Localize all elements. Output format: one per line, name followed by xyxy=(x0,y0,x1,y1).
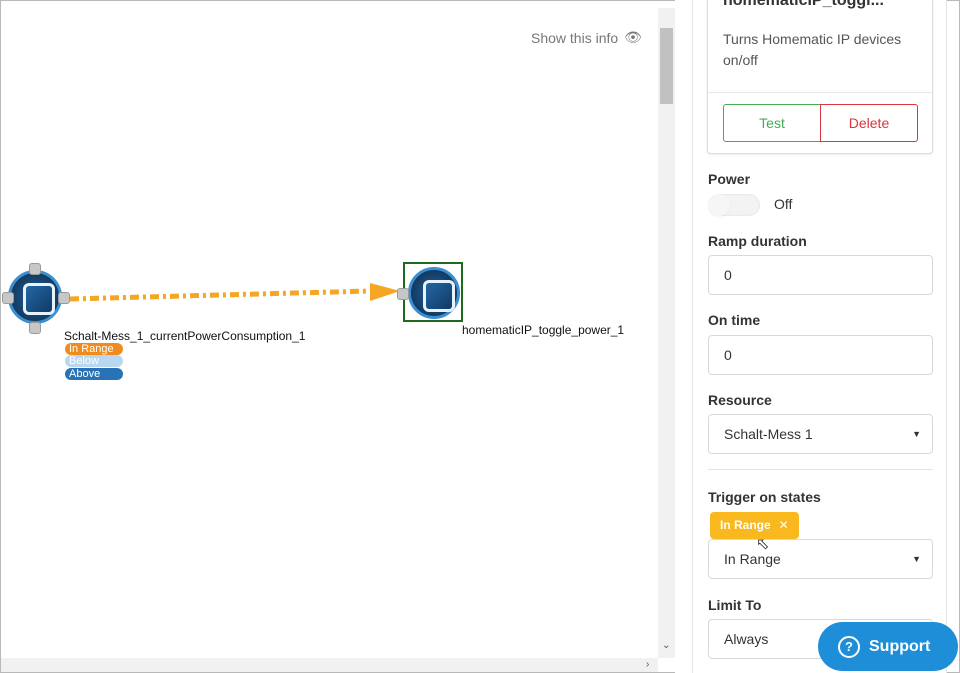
power-label: Power xyxy=(708,171,751,187)
scroll-right-icon[interactable]: › xyxy=(646,659,649,670)
on-time-label: On time xyxy=(708,312,761,328)
card-description: Turns Homematic IP devices on/off xyxy=(723,31,902,68)
toggle-knob xyxy=(708,194,730,216)
port-left[interactable] xyxy=(397,288,409,300)
ramp-duration-input[interactable]: 0 xyxy=(708,255,933,295)
chevron-down-icon: ▼ xyxy=(912,554,921,564)
ramp-duration-label: Ramp duration xyxy=(708,233,807,249)
panel-border xyxy=(946,0,947,673)
eye-icon: 👁 xyxy=(624,29,642,45)
port-top[interactable] xyxy=(29,263,41,275)
support-label: Support xyxy=(869,637,931,655)
test-button[interactable]: Test xyxy=(723,104,821,142)
state-pill-above[interactable]: Above xyxy=(65,368,123,380)
trigger-states-label: Trigger on states xyxy=(708,489,821,505)
support-button[interactable]: ? Support xyxy=(818,622,958,671)
mouse-cursor-icon: ⬁ xyxy=(756,536,770,553)
panel-gutter xyxy=(675,0,692,673)
device-icon xyxy=(408,267,460,319)
state-pill-below[interactable]: Below xyxy=(65,355,123,367)
selected-state-tag[interactable]: In Range ✕ xyxy=(710,512,799,539)
section-divider xyxy=(708,469,933,470)
chevron-down-icon: ▼ xyxy=(912,429,921,439)
limit-to-label: Limit To xyxy=(708,597,762,613)
scrollbar-thumb[interactable] xyxy=(660,28,673,104)
flow-edge[interactable] xyxy=(70,283,405,307)
source-node-label: Schalt-Mess_1_currentPowerConsumption_1 xyxy=(64,329,306,343)
trigger-states-value: In Range xyxy=(724,551,781,567)
resource-label: Resource xyxy=(708,392,772,408)
edge-arrowhead xyxy=(370,283,400,301)
help-icon: ? xyxy=(838,635,860,658)
resource-select[interactable]: Schalt-Mess 1 ▼ xyxy=(708,414,933,454)
resource-value: Schalt-Mess 1 xyxy=(724,426,813,442)
power-state-text: Off xyxy=(774,196,793,212)
power-toggle[interactable] xyxy=(708,194,760,216)
canvas-vertical-scrollbar[interactable]: ⌄ xyxy=(658,8,675,658)
on-time-input[interactable]: 0 xyxy=(708,335,933,375)
limit-to-value: Always xyxy=(724,631,769,647)
port-bottom[interactable] xyxy=(29,322,41,334)
show-info-label: Show this info xyxy=(531,29,619,46)
trigger-states-select[interactable]: In Range ▼ xyxy=(708,539,933,579)
properties-panel: homematicIP_toggl... Turns Homematic IP … xyxy=(692,0,946,673)
card-title: homematicIP_toggl... xyxy=(723,0,884,9)
target-node[interactable] xyxy=(397,262,463,322)
target-node-label: homematicIP_toggle_power_1 xyxy=(462,323,625,337)
close-icon[interactable]: ✕ xyxy=(779,512,789,539)
card-divider xyxy=(708,92,932,93)
delete-button[interactable]: Delete xyxy=(820,104,918,142)
canvas-horizontal-scrollbar[interactable]: › xyxy=(1,658,658,672)
port-left[interactable] xyxy=(2,292,14,304)
scroll-down-icon[interactable]: ⌄ xyxy=(662,640,670,651)
show-info-toggle[interactable]: Show this info 👁 xyxy=(531,29,642,46)
source-node[interactable] xyxy=(2,263,70,334)
node-info-card: homematicIP_toggl... Turns Homematic IP … xyxy=(707,0,933,154)
port-right[interactable] xyxy=(58,292,70,304)
device-icon xyxy=(8,270,62,324)
state-pill-in-range[interactable]: In Range xyxy=(65,343,123,355)
